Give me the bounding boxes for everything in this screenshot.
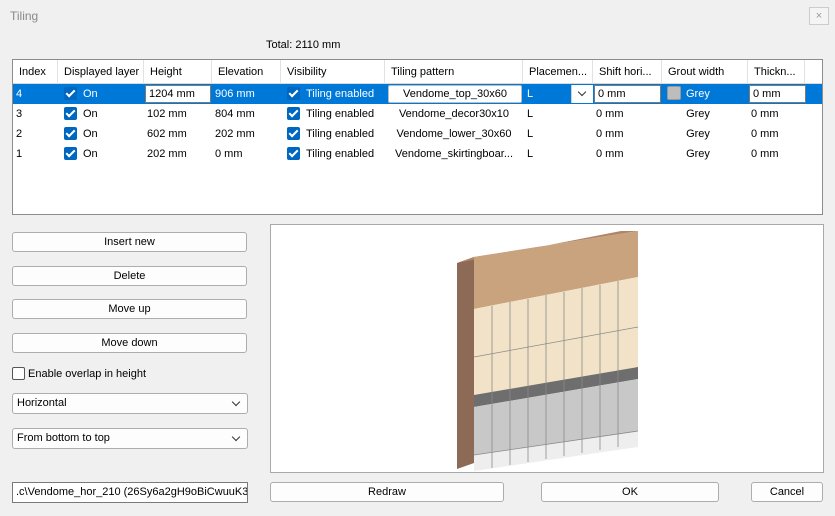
row-shift: 0 mm — [596, 108, 624, 120]
row-thickness: 0 mm — [751, 148, 779, 160]
row-height: 602 mm — [147, 128, 187, 140]
orientation-select[interactable]: Horizontal — [12, 393, 248, 414]
row-layer-label: On — [83, 88, 98, 100]
row-shift: 0 mm — [596, 128, 624, 140]
grout-cell[interactable]: Grey — [662, 84, 748, 104]
visibility-checkbox[interactable] — [287, 126, 300, 140]
tiling-pattern-button[interactable]: Vendome_top_30x60 — [388, 85, 522, 103]
layer-checkbox[interactable] — [64, 106, 77, 120]
table-row-selected[interactable]: 4 On 1204 mm 906 mm Tiling enabled Vendo… — [13, 84, 822, 104]
layer-checkbox[interactable] — [64, 146, 77, 160]
enable-overlap-option[interactable]: Enable overlap in height — [12, 366, 147, 383]
row-visibility-cell[interactable]: Tiling enabled — [281, 104, 385, 124]
wall-preview-image — [457, 231, 639, 471]
visibility-checkbox[interactable] — [287, 86, 300, 100]
row-layer-cell[interactable]: On — [58, 124, 144, 144]
insert-new-button[interactable]: Insert new — [12, 232, 247, 252]
row-elevation: 202 mm — [215, 128, 255, 140]
height-input[interactable]: 1204 mm — [145, 85, 211, 103]
column-header-tiling-pattern[interactable]: Tiling pattern — [385, 60, 523, 84]
layers-table: Index Displayed layer Height Elevation V… — [12, 59, 823, 215]
thickness-input[interactable]: 0 mm — [749, 85, 806, 103]
enable-overlap-label: Enable overlap in height — [28, 368, 147, 380]
row-layer-cell[interactable]: On — [58, 84, 144, 104]
wall-side — [457, 257, 474, 469]
row-visibility-label: Tiling enabled — [306, 148, 375, 160]
row-layer-label: On — [83, 108, 98, 120]
row-visibility-cell[interactable]: Tiling enabled — [281, 144, 385, 164]
table-row[interactable]: 1 On 202 mm 0 mm Tiling enabled Vendome_… — [13, 144, 822, 164]
row-layer-label: On — [83, 148, 98, 160]
row-placement: L — [527, 108, 534, 120]
row-elevation: 906 mm — [215, 88, 255, 100]
row-elevation: 0 mm — [215, 148, 243, 160]
column-header-grout-width[interactable]: Grout width — [662, 60, 748, 84]
row-pattern: Vendome_lower_30x60 — [396, 128, 512, 140]
move-up-button[interactable]: Move up — [12, 299, 247, 319]
column-header-visibility[interactable]: Visibility — [281, 60, 385, 84]
placement-select[interactable]: L — [523, 84, 571, 104]
layer-checkbox[interactable] — [64, 126, 77, 140]
row-elevation: 804 mm — [215, 108, 255, 120]
column-header-index[interactable]: Index — [13, 60, 58, 84]
column-header-thickness[interactable]: Thickn... — [748, 60, 805, 84]
pattern-path-input[interactable]: .c\Vendome_hor_210 (26Sy6a2gH9oBiCwuuK3P — [12, 482, 248, 503]
redraw-button[interactable]: Redraw — [270, 482, 504, 502]
row-layer-cell[interactable]: On — [58, 104, 144, 124]
table-row[interactable]: 3 On 102 mm 804 mm Tiling enabled Vendom… — [13, 104, 822, 124]
row-pattern: Vendome_decor30x10 — [398, 108, 510, 120]
row-index: 2 — [16, 128, 23, 140]
row-grout: Grey — [686, 128, 710, 140]
chevron-down-icon[interactable] — [571, 85, 593, 103]
ok-button[interactable]: OK — [541, 482, 719, 502]
row-placement: L — [527, 128, 534, 140]
column-header-height[interactable]: Height — [144, 60, 212, 84]
visibility-checkbox[interactable] — [287, 106, 300, 120]
row-height: 202 mm — [147, 148, 187, 160]
window-title: Tiling — [10, 9, 39, 23]
total-height-label: Total: 2110 mm — [266, 39, 341, 51]
row-grout: Grey — [686, 108, 710, 120]
row-index: 4 — [16, 88, 23, 100]
row-placement: L — [527, 148, 534, 160]
enable-overlap-checkbox[interactable] — [12, 366, 25, 380]
grout-color-swatch[interactable] — [667, 86, 681, 101]
row-visibility-cell[interactable]: Tiling enabled — [281, 124, 385, 144]
table-header: Index Displayed layer Height Elevation V… — [13, 60, 822, 84]
tiling-preview — [270, 224, 824, 473]
column-header-elevation[interactable]: Elevation — [212, 60, 281, 84]
row-visibility-label: Tiling enabled — [306, 128, 375, 140]
close-button[interactable]: × — [809, 7, 829, 25]
layer-checkbox[interactable] — [64, 86, 77, 100]
visibility-checkbox[interactable] — [287, 146, 300, 160]
move-down-button[interactable]: Move down — [12, 333, 247, 353]
shift-input[interactable]: 0 mm — [594, 85, 661, 103]
delete-button[interactable]: Delete — [12, 266, 247, 286]
row-index: 3 — [16, 108, 23, 120]
row-thickness: 0 mm — [751, 128, 779, 140]
direction-select[interactable]: From bottom to top — [12, 428, 248, 449]
column-header-shift-horizontal[interactable]: Shift hori... — [593, 60, 662, 84]
column-header-placement[interactable]: Placemen... — [523, 60, 593, 84]
row-layer-label: On — [83, 128, 98, 140]
row-grout-label: Grey — [686, 88, 710, 100]
row-visibility-cell[interactable]: Tiling enabled — [281, 84, 385, 104]
row-height: 102 mm — [147, 108, 187, 120]
row-thickness: 0 mm — [751, 108, 779, 120]
row-pattern: Vendome_skirtingboar... — [394, 148, 514, 160]
row-visibility-label: Tiling enabled — [306, 88, 375, 100]
row-shift: 0 mm — [596, 148, 624, 160]
row-visibility-label: Tiling enabled — [306, 108, 375, 120]
cancel-button[interactable]: Cancel — [751, 482, 823, 502]
column-header-displayed-layer[interactable]: Displayed layer — [58, 60, 144, 84]
title-bar: Tiling × — [0, 0, 835, 32]
table-row[interactable]: 2 On 602 mm 202 mm Tiling enabled Vendom… — [13, 124, 822, 144]
row-grout: Grey — [686, 148, 710, 160]
row-index: 1 — [16, 148, 23, 160]
row-layer-cell[interactable]: On — [58, 144, 144, 164]
